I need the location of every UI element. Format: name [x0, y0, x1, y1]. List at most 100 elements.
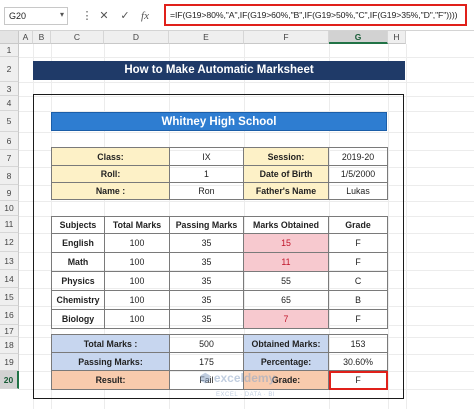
percentage-value[interactable]: 30.60% [328, 352, 388, 371]
header-passing-marks: Passing Marks [169, 216, 244, 234]
passing-cell[interactable]: 35 [169, 233, 244, 253]
table-row: English 100 35 15 F [51, 233, 388, 253]
row-header-10[interactable]: 10 [0, 201, 19, 216]
gridline-horizontal [19, 82, 474, 83]
table-row: Math 100 35 11 F [51, 252, 388, 272]
percentage-label: Percentage: [243, 352, 329, 371]
passing-marks-value[interactable]: 175 [169, 352, 244, 371]
row-header-1[interactable]: 1 [0, 44, 19, 57]
total-cell[interactable]: 100 [104, 252, 170, 272]
enter-formula-button[interactable]: ✓ [118, 8, 132, 24]
column-header-h[interactable]: H [388, 31, 406, 44]
row-header-13[interactable]: 13 [0, 252, 19, 270]
row-header-14[interactable]: 14 [0, 270, 19, 288]
cancel-formula-button[interactable]: ✕ [97, 8, 111, 24]
school-name: Whitney High School [51, 112, 387, 131]
passing-cell[interactable]: 35 [169, 309, 244, 329]
row-header-3[interactable]: 3 [0, 82, 19, 96]
header-subjects: Subjects [51, 216, 105, 234]
obtained-cell[interactable]: 65 [243, 290, 329, 310]
father-label: Father's Name [243, 182, 329, 200]
sheet-title: How to Make Automatic Marksheet [33, 61, 405, 80]
column-header-b[interactable]: B [33, 31, 51, 44]
total-cell[interactable]: 100 [104, 233, 170, 253]
session-value[interactable]: 2019-20 [328, 147, 388, 166]
obtained-cell[interactable]: 11 [243, 252, 329, 272]
row-header-12[interactable]: 12 [0, 233, 19, 252]
passing-marks-label: Passing Marks: [51, 352, 170, 371]
row-header-15[interactable]: 15 [0, 288, 19, 306]
obtained-marks-value[interactable]: 153 [328, 334, 388, 353]
select-all-corner[interactable] [0, 31, 19, 44]
student-info-table: Class: IX Session: 2019-20 Roll: 1 Date … [51, 147, 388, 200]
grade-cell[interactable]: B [328, 290, 388, 310]
row-header-11[interactable]: 11 [0, 216, 19, 233]
obtained-cell[interactable]: 7 [243, 309, 329, 329]
obtained-cell[interactable]: 15 [243, 233, 329, 253]
row-header-19[interactable]: 19 [0, 354, 19, 371]
header-grade: Grade [328, 216, 388, 234]
subject-cell[interactable]: English [51, 233, 105, 253]
column-header-f[interactable]: F [244, 31, 329, 44]
marks-table: Subjects Total Marks Passing Marks Marks… [51, 216, 388, 329]
row-header-2[interactable]: 2 [0, 57, 19, 82]
roll-label: Roll: [51, 165, 170, 183]
passing-cell[interactable]: 35 [169, 252, 244, 272]
gridline-horizontal [19, 57, 474, 58]
column-header-a[interactable]: A [19, 31, 33, 44]
column-header-e[interactable]: E [169, 31, 244, 44]
watermark-tagline: EXCEL · DATA · BI [216, 392, 276, 398]
grade-cell[interactable]: F [328, 233, 388, 253]
row-header-6[interactable]: 6 [0, 132, 19, 150]
row-header-5[interactable]: 5 [0, 111, 19, 132]
obtained-marks-label: Obtained Marks: [243, 334, 329, 353]
row-header-20[interactable]: 20 [0, 371, 19, 389]
header-total-marks: Total Marks [104, 216, 170, 234]
dob-value[interactable]: 1/5/2000 [328, 165, 388, 183]
session-label: Session: [243, 147, 329, 166]
dob-label: Date of Birth [243, 165, 329, 183]
column-header-c[interactable]: C [51, 31, 104, 44]
subject-cell[interactable]: Physics [51, 271, 105, 291]
watermark-brand: exceldemy [213, 371, 276, 385]
chevron-down-icon[interactable]: ▾ [60, 10, 64, 19]
total-cell[interactable]: 100 [104, 271, 170, 291]
row-header-17[interactable]: 17 [0, 325, 19, 337]
class-label: Class: [51, 147, 170, 166]
header-marks-obtained: Marks Obtained [243, 216, 329, 234]
grade-cell[interactable]: F [328, 309, 388, 329]
exceldemy-watermark: ⬢ exceldemy EXCEL · DATA · BI [200, 371, 340, 398]
total-cell[interactable]: 100 [104, 309, 170, 329]
name-label: Name : [51, 182, 170, 200]
total-cell[interactable]: 100 [104, 290, 170, 310]
name-value[interactable]: Ron [169, 182, 244, 200]
subject-cell[interactable]: Biology [51, 309, 105, 329]
father-value[interactable]: Lukas [328, 182, 388, 200]
passing-cell[interactable]: 35 [169, 271, 244, 291]
table-row: Chemistry 100 35 65 B [51, 290, 388, 310]
subject-cell[interactable]: Chemistry [51, 290, 105, 310]
row-header-8[interactable]: 8 [0, 167, 19, 185]
row-header-18[interactable]: 18 [0, 337, 19, 354]
row-header-7[interactable]: 7 [0, 150, 19, 167]
row-header-4[interactable]: 4 [0, 96, 19, 111]
formula-input[interactable]: =IF(G19>80%,"A",IF(G19>60%,"B",IF(G19>50… [164, 4, 467, 26]
roll-value[interactable]: 1 [169, 165, 244, 183]
more-options-icon: ⋮ [81, 10, 93, 22]
row-header-9[interactable]: 9 [0, 185, 19, 201]
column-header-d[interactable]: D [104, 31, 169, 44]
column-header-g[interactable]: G [329, 31, 388, 44]
name-box[interactable]: G20 ▾ [4, 7, 68, 25]
name-box-value: G20 [9, 11, 27, 21]
obtained-cell[interactable]: 55 [243, 271, 329, 291]
grade-cell[interactable]: F [328, 252, 388, 272]
subject-cell[interactable]: Math [51, 252, 105, 272]
grade-cell[interactable]: C [328, 271, 388, 291]
result-label: Result: [51, 370, 170, 390]
class-value[interactable]: IX [169, 147, 244, 166]
passing-cell[interactable]: 35 [169, 290, 244, 310]
total-marks-value[interactable]: 500 [169, 334, 244, 353]
insert-function-button[interactable]: fx [138, 8, 152, 24]
total-marks-label: Total Marks : [51, 334, 170, 353]
row-header-16[interactable]: 16 [0, 306, 19, 325]
